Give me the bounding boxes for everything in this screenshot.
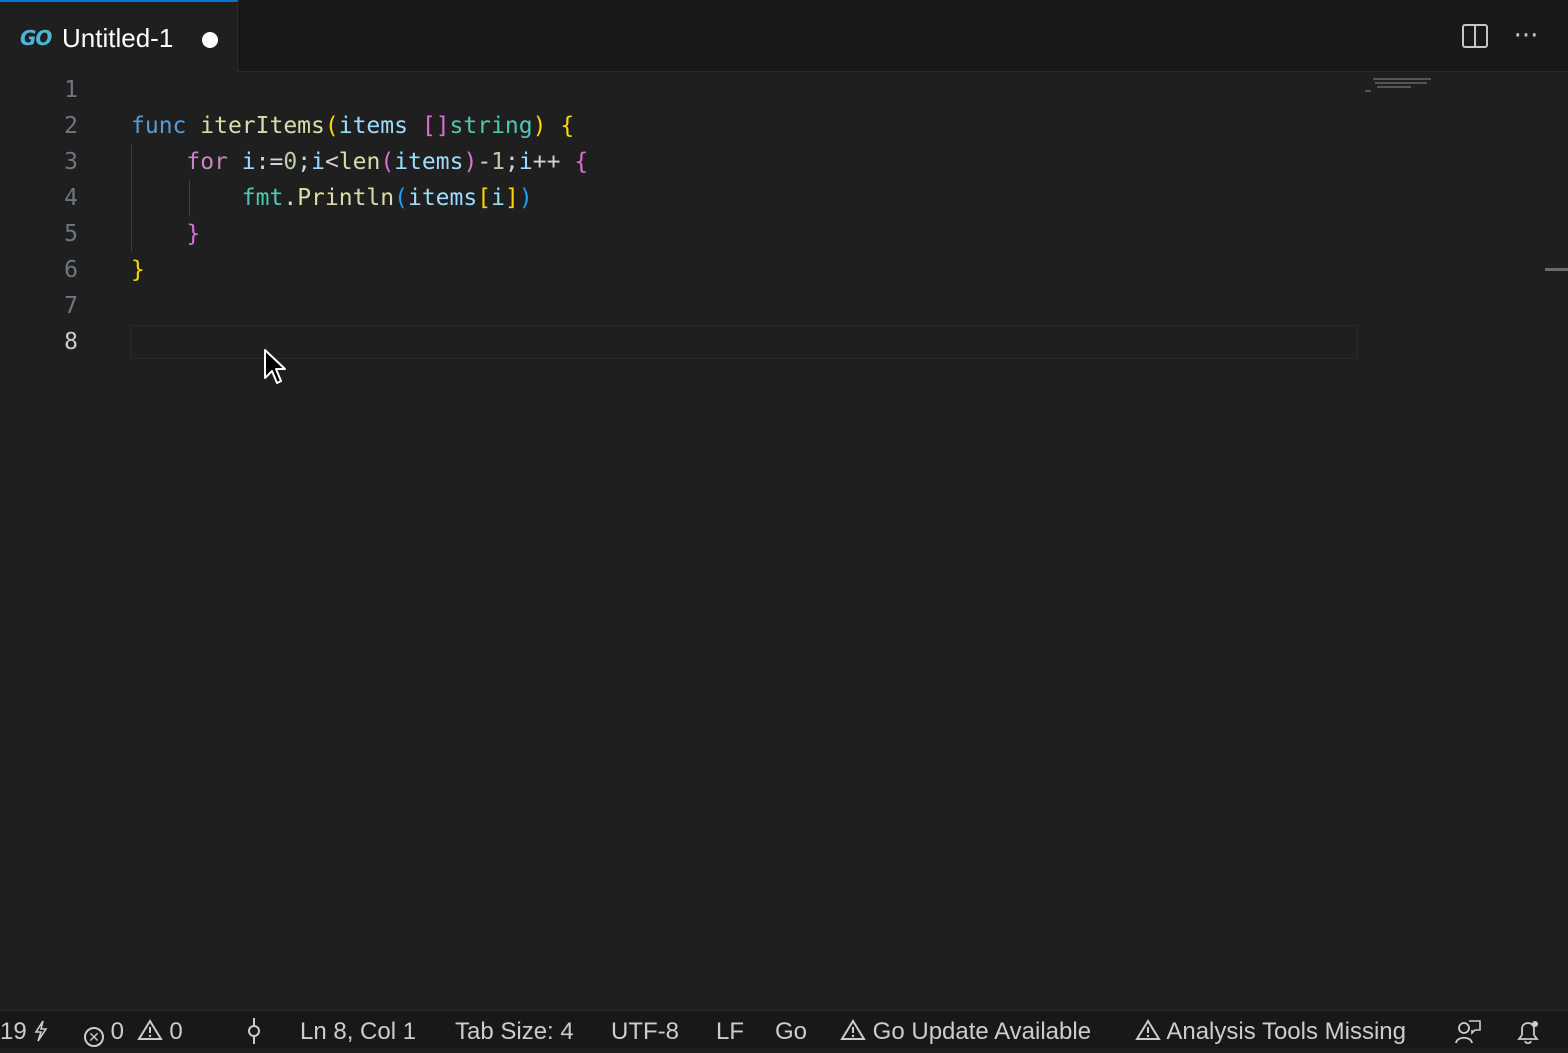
code-token: i <box>241 149 256 175</box>
code-token: items <box>338 113 408 139</box>
code-token: - <box>477 149 492 175</box>
code-token: ) <box>518 185 533 211</box>
code-line[interactable]: fmt.Println(items[i]) <box>131 180 533 216</box>
line-number[interactable]: 8 <box>0 324 78 360</box>
tab-label: Untitled-1 <box>62 23 174 53</box>
code-token: ( <box>380 149 395 175</box>
commit-icon <box>248 1018 260 1044</box>
more-actions-icon[interactable]: ··· <box>1512 22 1540 50</box>
code-token: ) <box>463 149 478 175</box>
source-control-item[interactable] <box>244 1011 264 1049</box>
code-editor[interactable]: 12345678 func iterItems(items []string) … <box>0 72 1568 1010</box>
code-token: string <box>449 113 533 139</box>
bell-icon <box>1517 1021 1539 1045</box>
unsaved-dot-icon[interactable] <box>202 32 218 48</box>
code-token: } <box>131 257 145 283</box>
code-token: len <box>338 149 381 175</box>
code-token: items <box>394 149 464 175</box>
warning-icon <box>840 1019 866 1040</box>
code-token: 1 <box>491 149 506 175</box>
code-token: i <box>491 185 505 211</box>
code-token: for <box>186 149 228 175</box>
code-line[interactable]: } <box>131 252 145 288</box>
code-token: fmt <box>241 185 284 211</box>
analysis-tools-item[interactable]: Analysis Tools Missing <box>1135 1011 1406 1049</box>
code-token: < <box>324 149 339 175</box>
code-token: . <box>283 185 298 211</box>
tab-bar: GO Untitled-1 ··· <box>0 0 1568 72</box>
code-token: ; <box>505 149 519 175</box>
line-number[interactable]: 4 <box>0 180 78 216</box>
language-mode[interactable]: Go <box>775 1011 807 1049</box>
code-token: ] <box>504 185 519 211</box>
code-token: { <box>574 149 589 175</box>
notifications-item[interactable] <box>1515 1011 1541 1049</box>
code-token: iterItems <box>200 113 325 139</box>
code-token: ( <box>324 113 339 139</box>
line-number[interactable]: 7 <box>0 288 78 324</box>
end-of-line[interactable]: LF <box>716 1011 744 1049</box>
status-count: 19 <box>0 1018 27 1045</box>
code-token: ++ <box>532 149 561 175</box>
line-number[interactable]: 2 <box>0 108 78 144</box>
code-token: 0 <box>283 149 298 175</box>
lightning-icon <box>34 1020 48 1042</box>
error-icon: ✕ <box>84 1027 104 1047</box>
code-token: ) <box>532 113 547 139</box>
tab-size[interactable]: Tab Size: 4 <box>455 1011 574 1049</box>
code-line[interactable]: func iterItems(items []string) { <box>131 108 574 144</box>
go-update-item[interactable]: Go Update Available <box>840 1011 1091 1049</box>
error-count: 0 <box>110 1018 125 1045</box>
status-count-item[interactable]: 19 <box>0 1011 49 1049</box>
warning-icon <box>136 1019 163 1040</box>
warning-count: 0 <box>169 1018 183 1045</box>
code-token: [ <box>477 185 492 211</box>
line-number[interactable]: 1 <box>0 72 78 108</box>
feedback-item[interactable] <box>1455 1011 1481 1049</box>
mouse-pointer-icon <box>264 349 286 384</box>
code-token: ( <box>394 185 408 211</box>
code-token: i <box>311 149 325 175</box>
code-token: [] <box>421 113 450 139</box>
go-file-icon: GO <box>20 26 52 50</box>
cursor-position[interactable]: Ln 8, Col 1 <box>300 1011 416 1049</box>
status-bar: 19 ✕ 0 0 Ln 8, Col 1 Tab Size: 4 UTF-8 L… <box>0 1010 1568 1048</box>
code-line[interactable]: } <box>131 216 200 252</box>
code-token: := <box>255 149 284 175</box>
problems-item[interactable]: ✕ 0 0 <box>84 1011 183 1049</box>
analysis-tools-label: Analysis Tools Missing <box>1166 1018 1406 1045</box>
code-token: func <box>131 113 187 139</box>
code-token: } <box>186 221 201 247</box>
scrollbar-marker[interactable] <box>1545 268 1568 271</box>
code-token: Println <box>297 185 395 211</box>
line-number[interactable]: 6 <box>0 252 78 288</box>
code-line[interactable]: for i:=0;i<len(items)-1;i++ { <box>131 144 588 180</box>
line-number[interactable]: 3 <box>0 144 78 180</box>
encoding[interactable]: UTF-8 <box>611 1011 679 1049</box>
go-update-label: Go Update Available <box>872 1018 1092 1045</box>
split-editor-icon[interactable] <box>1462 24 1488 48</box>
code-token: i <box>518 149 533 175</box>
tab-untitled-1[interactable]: GO Untitled-1 <box>0 0 238 72</box>
line-number[interactable]: 5 <box>0 216 78 252</box>
code-token: { <box>560 113 575 139</box>
code-token: ; <box>297 149 312 175</box>
code-token: items <box>407 185 478 211</box>
minimap[interactable] <box>1365 76 1435 96</box>
feedback-icon <box>1455 1020 1481 1044</box>
warning-icon <box>1135 1019 1161 1040</box>
current-line-highlight <box>130 325 1358 359</box>
